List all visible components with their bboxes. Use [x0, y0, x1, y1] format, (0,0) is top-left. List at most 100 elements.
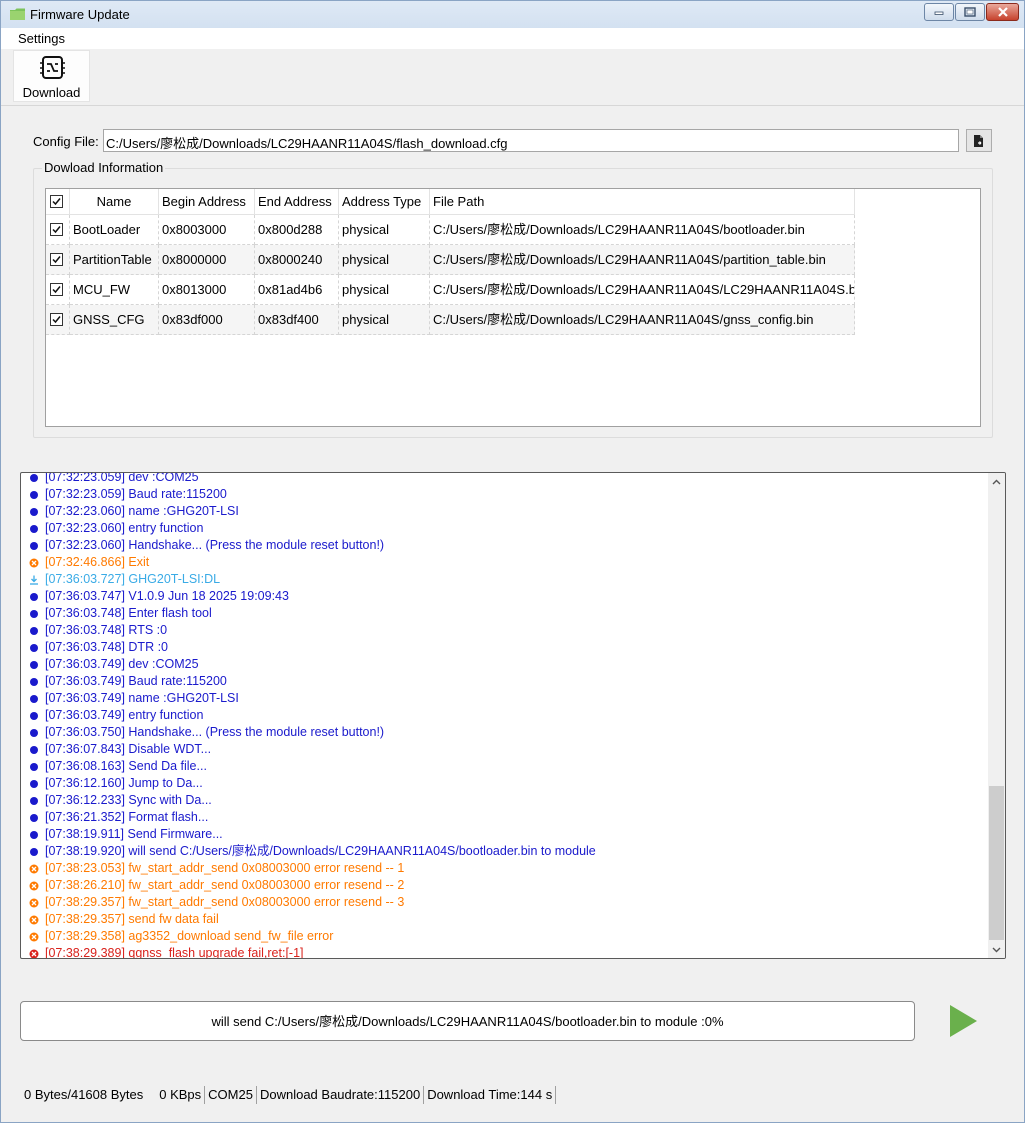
menu-settings[interactable]: Settings	[18, 31, 65, 46]
row-checkbox-cell	[46, 215, 70, 245]
row-checkbox-cell	[46, 245, 70, 275]
close-button[interactable]	[986, 3, 1019, 21]
maximize-icon	[964, 7, 976, 17]
log-text: [07:36:03.747] V1.0.9 Jun 18 2025 19:09:…	[45, 589, 289, 603]
warning-icon	[29, 898, 39, 908]
status-speed: 0 KBps	[146, 1086, 206, 1104]
log-text: [07:32:46.866] Exit	[45, 555, 150, 569]
info-dot-icon	[30, 525, 38, 533]
log-text: [07:36:03.748] DTR :0	[45, 640, 168, 654]
log-text: [07:36:03.749] name :GHG20T-LSI	[45, 691, 239, 705]
log-line: [07:36:07.843] Disable WDT...	[27, 741, 982, 758]
cell-begin: 0x83df000	[159, 305, 255, 335]
table-row[interactable]: BootLoader 0x8003000 0x800d288 physical …	[46, 215, 855, 245]
cell-end: 0x83df400	[255, 305, 339, 335]
scroll-up-button[interactable]	[988, 473, 1005, 490]
col-begin-header[interactable]: Begin Address	[159, 189, 255, 215]
minimize-button[interactable]	[924, 3, 954, 21]
checkmark-icon	[52, 226, 61, 234]
info-dot-icon	[30, 831, 38, 839]
cell-name: BootLoader	[70, 215, 159, 245]
log-text: [07:36:03.749] entry function	[45, 708, 204, 722]
checkmark-icon	[52, 286, 61, 294]
log-line: [07:38:29.389] qgnss_flash upgrade fail,…	[27, 945, 982, 959]
row-checkbox[interactable]	[50, 223, 63, 236]
log-line: [07:38:19.911] Send Firmware...	[27, 826, 982, 843]
window-title: Firmware Update	[30, 7, 130, 22]
log-line: [07:36:03.749] dev :COM25	[27, 656, 982, 673]
table-row[interactable]: GNSS_CFG 0x83df000 0x83df400 physical C:…	[46, 305, 855, 335]
download-table: Name Begin Address End Address Address T…	[45, 188, 981, 427]
info-dot-icon	[30, 797, 38, 805]
chevron-down-icon	[992, 947, 1001, 952]
menu-bar: Settings	[1, 28, 1024, 49]
col-name-header[interactable]: Name	[70, 189, 159, 215]
log-text: [07:36:03.749] Baud rate:115200	[45, 674, 227, 688]
info-dot-icon	[30, 848, 38, 856]
info-dot-icon	[30, 610, 38, 618]
download-tool-button[interactable]: Download	[13, 50, 90, 102]
cell-path: C:/Users/廖松成/Downloads/LC29HAANR11A04S/L…	[430, 275, 855, 305]
info-dot-icon	[30, 593, 38, 601]
row-checkbox-cell	[46, 305, 70, 335]
chevron-up-icon	[992, 479, 1001, 484]
row-checkbox[interactable]	[50, 313, 63, 326]
row-checkbox-cell	[46, 275, 70, 305]
log-text: [07:38:29.389] qgnss_flash upgrade fail,…	[45, 946, 304, 959]
cell-type: physical	[339, 215, 430, 245]
col-path-header[interactable]: File Path	[430, 189, 855, 215]
progress-text: will send C:/Users/廖松成/Downloads/LC29HAA…	[211, 1014, 724, 1029]
log-text: [07:38:23.053] fw_start_addr_send 0x0800…	[45, 861, 405, 875]
log-lines: [07:32:23.059] dev :COM25 [07:32:23.059] …	[27, 472, 982, 959]
maximize-button[interactable]	[955, 3, 985, 21]
play-icon[interactable]	[947, 1003, 979, 1039]
log-text: [07:38:29.358] ag3352_download send_fw_f…	[45, 929, 334, 943]
log-line: [07:32:23.060] name :GHG20T-LSI	[27, 503, 982, 520]
config-file-input[interactable]: C:/Users/廖松成/Downloads/LC29HAANR11A04S/f…	[103, 129, 959, 152]
info-dot-icon	[30, 644, 38, 652]
log-text: [07:36:03.750] Handshake... (Press the m…	[45, 725, 385, 739]
info-dot-icon	[30, 661, 38, 669]
open-file-icon	[974, 134, 983, 147]
info-dot-icon	[30, 542, 38, 550]
scroll-thumb[interactable]	[989, 786, 1004, 940]
table-row[interactable]: PartitionTable 0x8000000 0x8000240 physi…	[46, 245, 855, 275]
log-line: [07:36:03.750] Handshake... (Press the m…	[27, 724, 982, 741]
log-line: [07:36:03.727] GHG20T-LSI:DL	[27, 571, 982, 588]
row-checkbox[interactable]	[50, 283, 63, 296]
log-line: [07:36:03.748] RTS :0	[27, 622, 982, 639]
log-scrollbar[interactable]	[988, 473, 1005, 958]
log-text: [07:36:08.163] Send Da file...	[45, 759, 207, 773]
cell-begin: 0x8003000	[159, 215, 255, 245]
config-browse-button[interactable]	[966, 129, 992, 152]
scroll-down-button[interactable]	[988, 941, 1005, 958]
minimize-icon	[934, 11, 944, 15]
table-row[interactable]: MCU_FW 0x8013000 0x81ad4b6 physical C:/U…	[46, 275, 855, 305]
row-checkbox[interactable]	[50, 253, 63, 266]
log-panel[interactable]: [07:32:23.059] dev :COM25 [07:32:23.059] …	[20, 472, 1006, 959]
cell-end: 0x81ad4b6	[255, 275, 339, 305]
log-text: [07:32:23.059] dev :COM25	[45, 472, 199, 484]
log-text: [07:32:23.060] Handshake... (Press the m…	[45, 538, 385, 552]
log-line: [07:36:03.747] V1.0.9 Jun 18 2025 19:09:…	[27, 588, 982, 605]
log-text: [07:36:03.749] dev :COM25	[45, 657, 199, 671]
warning-icon	[29, 915, 39, 925]
folder-app-icon	[10, 8, 25, 20]
status-bytes: 0 Bytes/41608 Bytes	[24, 1087, 144, 1102]
info-dot-icon	[30, 814, 38, 822]
warning-icon	[29, 932, 39, 942]
cell-begin: 0x8013000	[159, 275, 255, 305]
status-baudrate: Download Baudrate:115200	[257, 1086, 425, 1104]
col-type-header[interactable]: Address Type	[339, 189, 430, 215]
error-icon	[29, 949, 39, 958]
config-file-label: Config File:	[33, 134, 99, 149]
log-text: [07:38:26.210] fw_start_addr_send 0x0800…	[45, 878, 405, 892]
cell-path: C:/Users/廖松成/Downloads/LC29HAANR11A04S/b…	[430, 215, 855, 245]
checkmark-icon	[52, 256, 61, 264]
download-tool-icon	[40, 56, 65, 79]
col-end-header[interactable]: End Address	[255, 189, 339, 215]
status-bar: 0 Bytes/41608 Bytes 0 KBps COM25 Downloa…	[1, 1081, 1024, 1109]
info-dot-icon	[30, 508, 38, 516]
cell-path: C:/Users/廖松成/Downloads/LC29HAANR11A04S/g…	[430, 305, 855, 335]
header-checkbox[interactable]	[50, 195, 63, 208]
